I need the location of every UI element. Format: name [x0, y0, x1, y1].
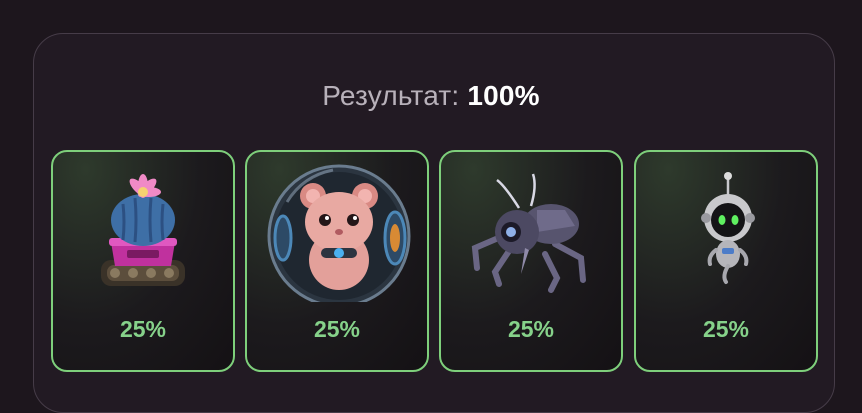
reward-card-2[interactable]: 25%	[245, 150, 429, 372]
result-heading: Результат: 100%	[0, 80, 862, 112]
cactus-tank-icon	[101, 174, 185, 286]
card-percent: 25%	[507, 316, 555, 342]
result-value: 100%	[467, 80, 540, 111]
reward-card-3[interactable]: 25%	[439, 150, 623, 372]
hamster-ball-icon	[267, 164, 411, 302]
reward-card-4[interactable]: 25%	[634, 150, 818, 372]
robot-spider-icon	[471, 173, 586, 293]
robot-drone-icon	[701, 172, 755, 284]
card-percent: 25%	[119, 316, 167, 342]
result-label: Результат:	[322, 80, 460, 111]
reward-card-1[interactable]: 25%	[51, 150, 235, 372]
card-percent: 25%	[702, 316, 750, 342]
card-percent: 25%	[313, 316, 361, 342]
